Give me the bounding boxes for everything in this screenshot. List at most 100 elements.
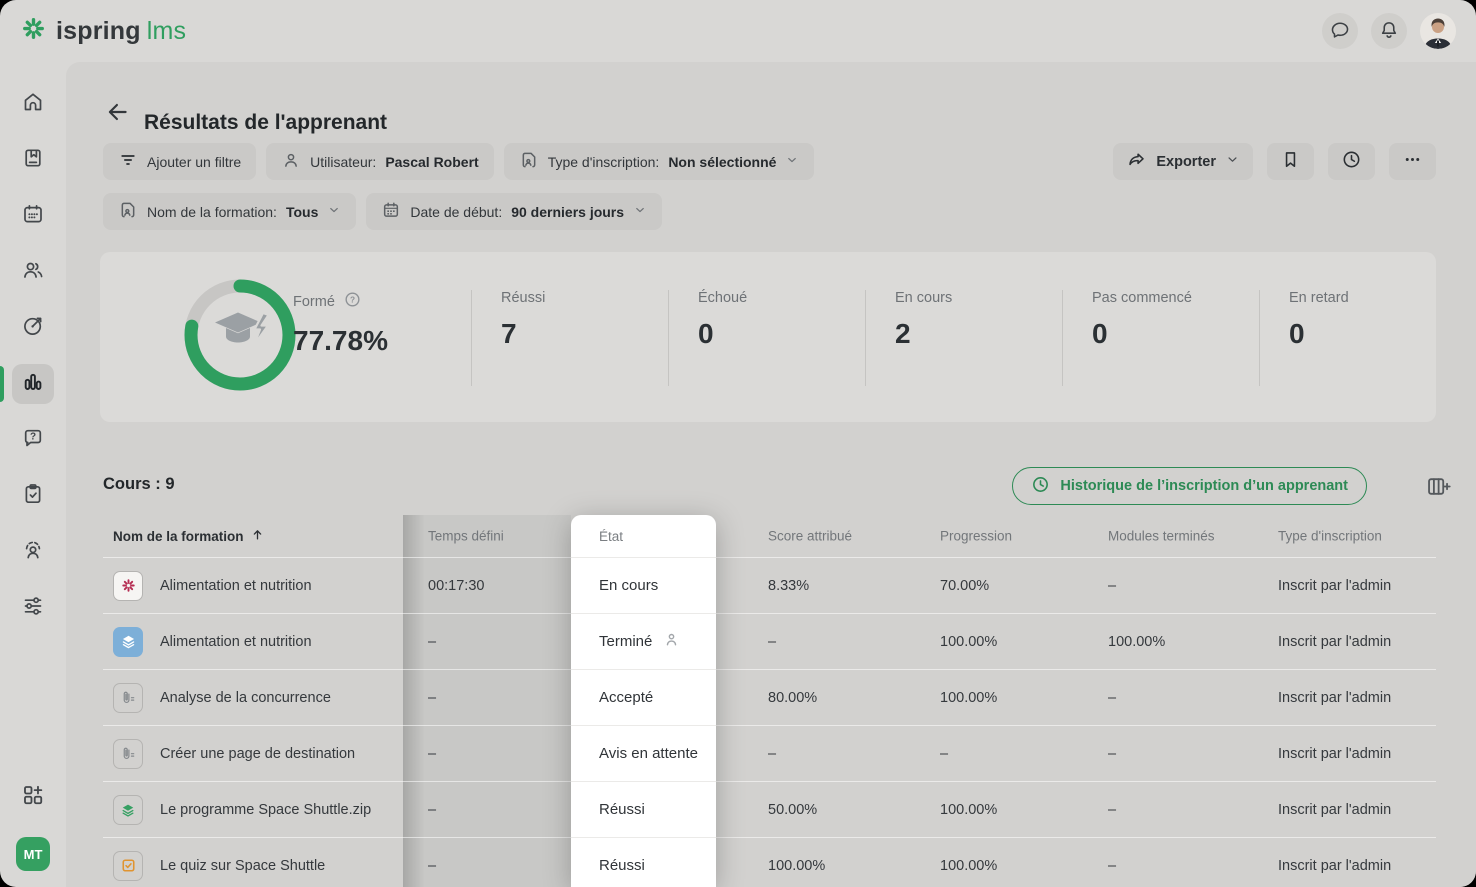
back-button[interactable]	[104, 98, 132, 126]
stat-r-ussi: Réussi 7	[471, 290, 668, 386]
stat-label: Réussi	[501, 290, 545, 306]
filter-value: Pascal Robert	[385, 154, 478, 170]
stat-value: 2	[895, 318, 1062, 350]
progress-cell: –	[940, 746, 948, 762]
column-header-0[interactable]: Nom de la formation	[113, 527, 265, 545]
filter-value: 90 derniers jours	[511, 204, 624, 220]
filter-lines-icon	[118, 150, 138, 173]
course-name: Alimentation et nutrition	[160, 634, 312, 650]
sidebar-item-calendar[interactable]	[12, 196, 54, 236]
user-icon	[281, 150, 301, 173]
etat-cell-2: Accepté	[571, 669, 716, 725]
course-name: Analyse de la concurrence	[160, 690, 331, 706]
goal-icon	[21, 314, 45, 343]
course-name-cell: Alimentation et nutrition	[113, 571, 312, 601]
help-icon[interactable]: ?	[343, 290, 362, 313]
stats-panel: Formé? 77.78%Réussi 7Échoué 0En cours 2P…	[100, 252, 1436, 422]
bookmark-button[interactable]	[1267, 143, 1314, 180]
filter-chip-0[interactable]: Ajouter un filtre	[103, 143, 256, 180]
table-body: Alimentation et nutrition 00:17:30 8.33%…	[103, 557, 1436, 887]
course-name-cell: Analyse de la concurrence	[113, 683, 331, 713]
filter-chips-row-2: Nom de la formation:Tous Date de début:90…	[103, 193, 662, 230]
settings-sliders-icon	[21, 594, 45, 623]
sidebar-item-users[interactable]	[12, 252, 54, 292]
filter-chip-2[interactable]: Type d'inscription:Non sélectionné	[504, 143, 815, 180]
add-column-button[interactable]	[1425, 473, 1452, 503]
column-header-1[interactable]: Temps défini	[428, 529, 504, 544]
enrollment-doc-icon	[118, 200, 138, 223]
time-cell: –	[428, 746, 436, 762]
workspace-badge[interactable]: MT	[16, 837, 50, 871]
column-header-2[interactable]: Score attribué	[768, 529, 852, 544]
etat-cell-5: Réussi	[571, 837, 716, 887]
course-row-4[interactable]: Le programme Space Shuttle.zip – 50.00% …	[103, 781, 1436, 837]
stat-value: 0	[1289, 318, 1456, 350]
sidebar-item-support-person[interactable]	[12, 532, 54, 572]
course-row-2[interactable]: Analyse de la concurrence – 80.00% 100.0…	[103, 669, 1436, 725]
score-cell: 50.00%	[768, 802, 817, 818]
column-header-4[interactable]: Modules terminés	[1108, 529, 1215, 544]
stat-value: 77.78%	[293, 325, 471, 357]
filter-value: Tous	[286, 204, 318, 220]
user-avatar[interactable]	[1420, 13, 1456, 49]
person-icon	[662, 630, 681, 653]
courses-table: Nom de la formation Temps défini Score att…	[103, 515, 1436, 887]
dragged-column-etat[interactable]: État En coursTerminéAcceptéAvis en atten…	[571, 515, 716, 887]
column-header-3[interactable]: Progression	[940, 529, 1012, 544]
sidebar-item-chat-question[interactable]: ?	[12, 420, 54, 460]
etat-cell-3: Avis en attente	[571, 725, 716, 781]
progress-cell: 70.00%	[940, 578, 989, 594]
trained-donut-chart	[182, 277, 298, 393]
toolbar-actions: Exporter	[1113, 143, 1436, 180]
quiz-orange-check-icon	[113, 851, 143, 881]
chevron-down-icon	[327, 203, 341, 220]
sidebar: ? MT	[0, 62, 66, 887]
sidebar-item-settings-sliders[interactable]	[12, 588, 54, 628]
filter-chip-3[interactable]: Nom de la formation:Tous	[103, 193, 356, 230]
course-row-3[interactable]: Créer une page de destination – – – – In…	[103, 725, 1436, 781]
attachment-doc-icon	[113, 739, 143, 769]
column-header-5[interactable]: Type d'inscription	[1278, 529, 1382, 544]
sidebar-item-reports[interactable]	[12, 364, 54, 404]
stat-label: En cours	[895, 290, 952, 306]
course-name: Le quiz sur Space Shuttle	[160, 858, 325, 874]
course-name-cell: Le quiz sur Space Shuttle	[113, 851, 325, 881]
export-button[interactable]: Exporter	[1113, 143, 1253, 180]
enrollment-history-button[interactable]: Historique de l’inscription d’un apprena…	[1012, 467, 1367, 505]
tasks-clipboard-icon	[21, 482, 45, 511]
sidebar-item-apps-grid-plus[interactable]	[12, 777, 54, 817]
course-row-0[interactable]: Alimentation et nutrition 00:17:30 8.33%…	[103, 557, 1436, 613]
score-cell: –	[768, 634, 776, 650]
progress-cell: 100.00%	[940, 690, 997, 706]
graduation-cap-bolt-icon	[215, 313, 269, 346]
more-options-button[interactable]	[1389, 143, 1436, 180]
course-row-5[interactable]: Le quiz sur Space Shuttle – 100.00% 100.…	[103, 837, 1436, 887]
score-cell: 100.00%	[768, 858, 825, 874]
stat-value: 0	[1092, 318, 1259, 350]
score-cell: –	[768, 746, 776, 762]
clock-icon	[1341, 149, 1362, 174]
table-header: Nom de la formation Temps défini Score att…	[103, 515, 1436, 557]
sidebar-item-tasks-clipboard[interactable]	[12, 476, 54, 516]
message-bubble-icon	[1329, 19, 1351, 44]
course-name-cell: Le programme Space Shuttle.zip	[113, 795, 371, 825]
filter-chip-4[interactable]: Date de début:90 derniers jours	[366, 193, 662, 230]
filter-chips-row-1: Ajouter un filtre Utilisateur:Pascal Robe…	[103, 143, 814, 180]
score-cell: 80.00%	[768, 690, 817, 706]
time-cell: –	[428, 690, 436, 706]
stat-label: Échoué	[698, 290, 747, 306]
sidebar-item-home[interactable]	[12, 84, 54, 124]
notifications-button[interactable]	[1371, 13, 1407, 49]
users-icon	[21, 258, 45, 287]
sidebar-item-book[interactable]	[12, 140, 54, 180]
filter-chip-1[interactable]: Utilisateur:Pascal Robert	[266, 143, 494, 180]
course-row-1[interactable]: Alimentation et nutrition – – 100.00% 10…	[103, 613, 1436, 669]
messages-button[interactable]	[1322, 13, 1358, 49]
scorm-green-layers-icon	[113, 795, 143, 825]
filter-value: Non sélectionné	[668, 154, 776, 170]
sidebar-item-goal[interactable]	[12, 308, 54, 348]
enrollment-type-cell: Inscrit par l'admin	[1278, 690, 1391, 706]
history-icon-button[interactable]	[1328, 143, 1375, 180]
columns-plus-icon	[1425, 473, 1452, 503]
logo-text-lms: lms	[147, 17, 186, 45]
